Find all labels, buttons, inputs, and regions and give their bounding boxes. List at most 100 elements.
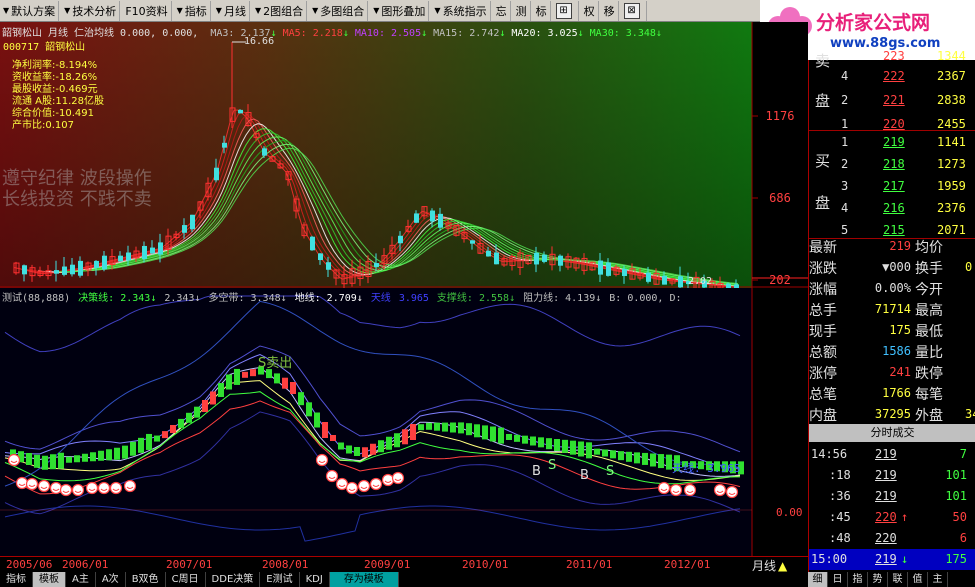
smiley-signal-icon (669, 483, 683, 497)
right-panel-tab[interactable]: 值 (908, 572, 928, 587)
indicator-tab[interactable]: A次 (96, 572, 126, 587)
ma-number: 3.348 (619, 28, 656, 39)
indicator-tab[interactable]: 模板 (33, 572, 66, 587)
indicator-bar (34, 454, 40, 468)
finance-line: 产市比:0.107 (12, 120, 74, 131)
toolbar-item-label: F10资料 (125, 4, 168, 18)
indicator-bar (322, 422, 328, 438)
candle-down (238, 109, 243, 114)
right-panel-tab[interactable]: 势 (868, 572, 888, 587)
quote-label: 外盘 (915, 408, 943, 424)
order-volume: 1344 (937, 49, 966, 63)
toolbar-item-5[interactable]: ▼ 2图组合 (252, 0, 308, 21)
indicator-header-item: B: 0.000, D: (609, 293, 682, 304)
tick-volume: 101 (945, 489, 967, 503)
indicator-bar (162, 431, 168, 439)
smiley-signal-icon (381, 473, 395, 487)
right-panel-tab[interactable]: 主 (928, 572, 948, 587)
finance-line: 综合价值:-10.491 (12, 108, 94, 119)
dropdown-arrow-icon: ▼ (176, 6, 183, 15)
quote-label: 最高 (915, 303, 943, 319)
indicator-chart[interactable]: 测试(88,888) 决策线: 2.343↓ 2.343↓ 多空带: 3.348↓ 地线… (0, 288, 808, 556)
indicator-tab[interactable]: A主 (66, 572, 96, 587)
smiley-signal-icon (37, 479, 51, 493)
indicator-bar (506, 434, 512, 440)
dropdown-arrow-icon: ▼ (215, 6, 222, 15)
quote-label: 最新 (809, 240, 837, 256)
quote-row: 涨停 241 跌停 (809, 362, 975, 383)
toolbar-item-11[interactable]: 标 (533, 0, 551, 21)
right-panel-tab[interactable]: 联 (888, 572, 908, 587)
indicator-bar (282, 377, 288, 389)
indicator-bar (602, 449, 608, 457)
close-button[interactable]: ⊠ (621, 0, 647, 21)
smiley-signal-icon (713, 483, 727, 497)
arrow-up-icon: ↑ (901, 510, 909, 524)
order-price: 215 (883, 223, 905, 237)
time-axis-label: 2006/01 (62, 558, 109, 571)
indicator-tab[interactable]: E测试 (260, 572, 300, 587)
indicator-tab[interactable]: DDE决策 (206, 572, 261, 587)
price-axis-label: 686 (769, 191, 791, 205)
indicator-header-item: 天线 (370, 293, 391, 304)
smiley-signal-icon (391, 471, 405, 485)
period-label[interactable]: 月线 ▲ (752, 557, 808, 573)
toolbar-item-7[interactable]: ▼ 图形叠加 (370, 0, 430, 21)
toolbar-icon-button-2[interactable]: 移 (601, 0, 619, 21)
quote-label: 内盘 (809, 408, 837, 424)
indicator-tab[interactable]: B双色 (126, 572, 166, 587)
finance-line: 净利润率:-8.194% (12, 60, 98, 71)
indicator-bar (402, 429, 408, 445)
toolbar-item-0[interactable]: ▼ 默认方案 (0, 0, 60, 21)
toolbar-item-10[interactable]: 测 (513, 0, 531, 21)
toolbar-item-4[interactable]: ▼ 月线 (213, 0, 250, 21)
toolbar-item-label: 测 (515, 4, 527, 18)
right-panel-tab[interactable]: 细 (808, 572, 828, 587)
candle-down (182, 225, 187, 233)
toolbar-item-2[interactable]: F10资料 (122, 0, 172, 21)
toolbar-item-1[interactable]: ▼ 技术分析 (61, 0, 121, 21)
order-level: 3 (841, 179, 849, 193)
right-panel-tab[interactable]: 指 (848, 572, 868, 587)
quote-value: 175 (889, 323, 911, 337)
toolbar-item-6[interactable]: ▼ 多图组合 (309, 0, 369, 21)
ma-number: 2.218 (306, 28, 343, 39)
candle-down (102, 255, 107, 270)
indicator-bar (122, 445, 128, 459)
candle-down (374, 263, 379, 267)
order-volume: 2367 (937, 69, 966, 83)
quote-label: 换手 (915, 261, 943, 277)
indicator-tab[interactable]: C周日 (166, 572, 206, 587)
order-volume: 2376 (937, 201, 966, 215)
arrow-down-icon: ↓ (655, 28, 662, 39)
main-kline-chart[interactable]: 1176 686 202 韶钢松山 月线 仁治均线 0.000, 0.000, MA… (0, 22, 808, 288)
indicator-tab[interactable]: 指标 (0, 572, 33, 587)
toolbar-icon-button-1[interactable]: 权 (581, 0, 599, 21)
tick-price: 219 (875, 447, 897, 461)
ma-value-1: MA5: 2.218↓ (283, 28, 349, 39)
indicator-bar (634, 452, 640, 464)
toolbar-icon-label: 权 (583, 4, 595, 18)
arrow-down-icon: ↓ (342, 28, 349, 39)
toolbar-item-9[interactable]: 忘 (493, 0, 511, 21)
finance-info: 净利润率:-8.194% 资收益率:-18.26% 最股收益:-0.469元 流通 A… (12, 60, 104, 132)
toolbar-item-8[interactable]: ▼ 系统指示 (431, 0, 491, 21)
indicator-bar (306, 402, 312, 417)
time-axis-label: 2011/01 (566, 558, 613, 571)
toolbar-item-label: 忘 (495, 4, 507, 18)
candle-down (486, 250, 491, 257)
indicator-bar (130, 441, 136, 456)
candle-down (662, 275, 667, 285)
order-price: 217 (883, 179, 905, 193)
indicator-tab[interactable]: 存为模板 (329, 572, 399, 587)
ma-number: 3.025 (541, 28, 578, 39)
right-panel-tab[interactable]: 日 (828, 572, 848, 587)
quote-label: 涨幅 (809, 282, 837, 298)
toolbar-item-3[interactable]: ▼ 指标 (174, 0, 211, 21)
indicator-header-item: 地线: 2.709↓ (294, 293, 363, 304)
grid-button[interactable]: ⊞ (553, 0, 579, 21)
indicator-tab[interactable]: KDJ (300, 572, 330, 587)
quote-label: 涨跌 (809, 261, 837, 277)
tick-time: :36 (829, 489, 851, 503)
indicator-bar (594, 448, 600, 455)
